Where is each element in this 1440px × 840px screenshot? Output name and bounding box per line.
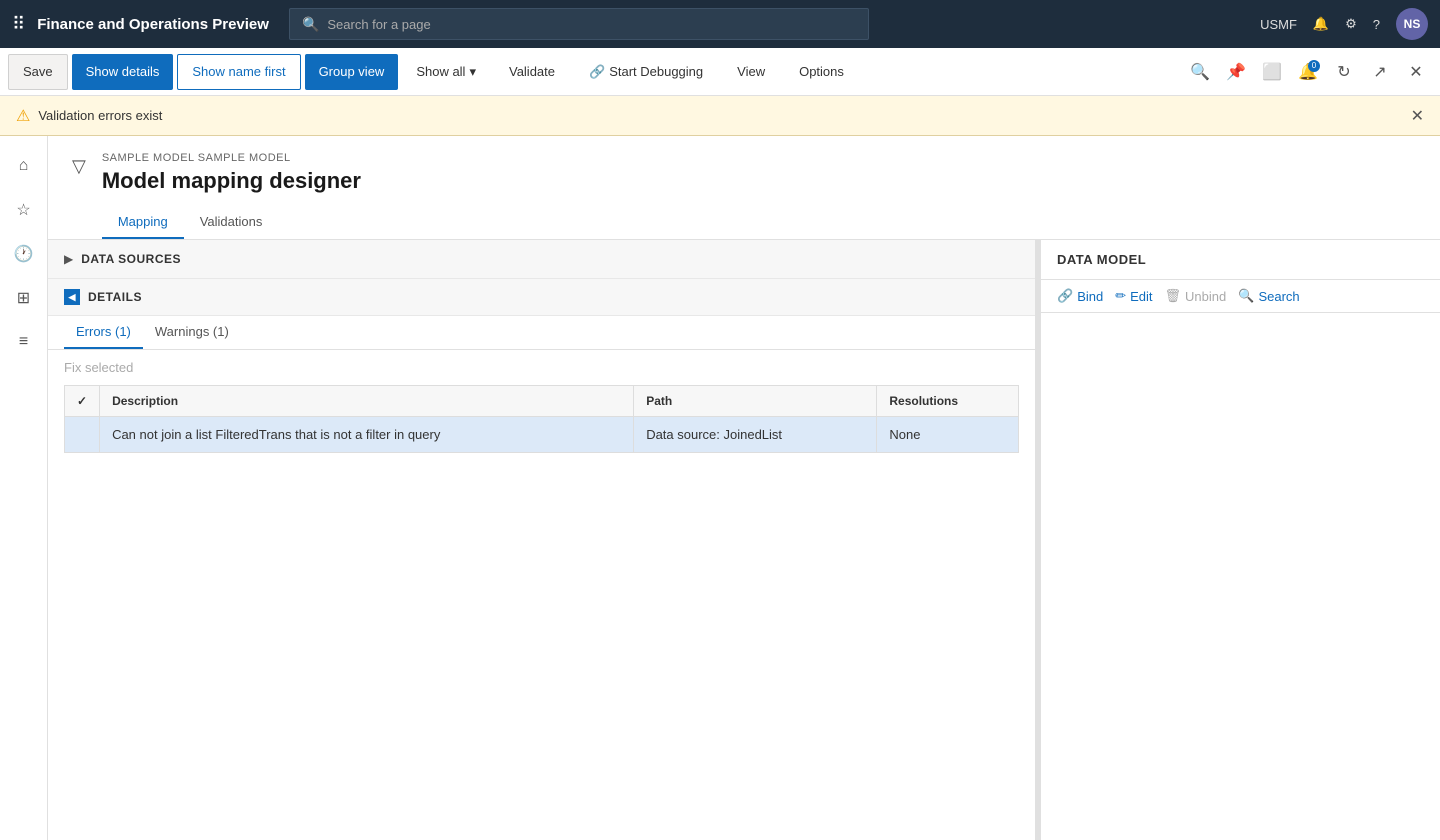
col-description: Description bbox=[100, 386, 634, 417]
app-title: Finance and Operations Preview bbox=[37, 16, 269, 33]
show-details-button[interactable]: Show details bbox=[72, 54, 174, 90]
unbind-button[interactable]: 🗑 Unbind bbox=[1165, 288, 1227, 304]
details-collapse-icon: ◀ bbox=[64, 289, 80, 305]
search-button[interactable]: 🔍 Search bbox=[1238, 288, 1299, 304]
unbind-icon: 🗑 bbox=[1165, 288, 1182, 304]
right-pane: DATA MODEL 🔗 Bind ✏ Edit 🗑 Unbind bbox=[1040, 240, 1440, 840]
bind-icon: 🔗 bbox=[1057, 288, 1073, 304]
right-pane-actions: 🔗 Bind ✏ Edit 🗑 Unbind 🔍 Search bbox=[1041, 280, 1440, 313]
action-bar-right: 🔍 📌 ⬜ 🔔 0 ↻ ↗ ✕ bbox=[1184, 56, 1432, 88]
main-layout: ⌂ ☆ 🕐 ⊞ ≡ ▽ SAMPLE MODEL SAMPLE MODEL Mo… bbox=[0, 136, 1440, 840]
mapping-content: ▶ DATA SOURCES ◀ DETAILS Errors (1) Warn… bbox=[48, 240, 1440, 840]
filter-icon[interactable]: ▽ bbox=[72, 156, 86, 176]
search-icon: 🔍 bbox=[1238, 288, 1254, 304]
row-checkbox[interactable] bbox=[65, 417, 100, 453]
data-model-title: DATA MODEL bbox=[1057, 252, 1146, 267]
error-table: ✓ Description Path Resolutions Can not j… bbox=[64, 385, 1019, 453]
search-page-icon[interactable]: 🔍 bbox=[1184, 56, 1216, 88]
left-sidebar: ⌂ ☆ 🕐 ⊞ ≡ bbox=[0, 136, 48, 840]
bind-button[interactable]: 🔗 Bind bbox=[1057, 288, 1103, 304]
tab-warnings[interactable]: Warnings (1) bbox=[143, 316, 241, 349]
check-icon: ✓ bbox=[77, 394, 87, 408]
col-path: Path bbox=[634, 386, 877, 417]
help-icon[interactable]: ? bbox=[1373, 17, 1380, 32]
table-row[interactable]: Can not join a list FilteredTrans that i… bbox=[65, 417, 1019, 453]
sidebar-icon-recent[interactable]: 🕐 bbox=[6, 236, 42, 272]
breadcrumb: SAMPLE MODEL SAMPLE MODEL bbox=[102, 152, 1416, 164]
page-title: Model mapping designer bbox=[102, 168, 1416, 194]
search-input[interactable] bbox=[327, 17, 856, 32]
notification-badge[interactable]: 🔔 0 bbox=[1292, 56, 1324, 88]
show-all-button[interactable]: Show all ▾ bbox=[402, 54, 490, 90]
row-description: Can not join a list FilteredTrans that i… bbox=[100, 417, 634, 453]
edit-icon: ✏ bbox=[1115, 288, 1126, 304]
details-label: DETAILS bbox=[88, 290, 142, 304]
banner-close-button[interactable]: ✕ bbox=[1411, 106, 1424, 126]
sidebar-icon-favorites[interactable]: ☆ bbox=[6, 192, 42, 228]
validation-message: Validation errors exist bbox=[38, 108, 162, 123]
grid-menu-icon[interactable]: ⠿ bbox=[12, 14, 25, 35]
left-pane: ▶ DATA SOURCES ◀ DETAILS Errors (1) Warn… bbox=[48, 240, 1036, 840]
action-bar: Save Show details Show name first Group … bbox=[0, 48, 1440, 96]
details-section: ◀ DETAILS Errors (1) Warnings (1) Fix se… bbox=[48, 279, 1035, 453]
fix-selected-label: Fix selected bbox=[48, 350, 1035, 385]
show-name-first-button[interactable]: Show name first bbox=[177, 54, 300, 90]
search-icon: 🔍 bbox=[302, 16, 319, 33]
details-section-header[interactable]: ◀ DETAILS bbox=[48, 279, 1035, 316]
tab-mapping[interactable]: Mapping bbox=[102, 206, 184, 239]
tab-errors[interactable]: Errors (1) bbox=[64, 316, 143, 349]
user-label: USMF bbox=[1260, 17, 1297, 32]
external-link-icon[interactable]: ↗ bbox=[1364, 56, 1396, 88]
top-nav-right: USMF 🔔 ⚙ ? NS bbox=[1260, 8, 1428, 40]
right-pane-header: DATA MODEL bbox=[1041, 240, 1440, 280]
validation-banner: ⚠ Validation errors exist ✕ bbox=[0, 96, 1440, 136]
options-button[interactable]: Options bbox=[784, 54, 859, 90]
edit-button[interactable]: ✏ Edit bbox=[1115, 288, 1152, 304]
save-button[interactable]: Save bbox=[8, 54, 68, 90]
sidebar-icon-workspaces[interactable]: ⊞ bbox=[6, 280, 42, 316]
data-sources-section[interactable]: ▶ DATA SOURCES bbox=[48, 240, 1035, 279]
top-navigation: ⠿ Finance and Operations Preview 🔍 USMF … bbox=[0, 0, 1440, 48]
group-view-button[interactable]: Group view bbox=[305, 54, 399, 90]
expand-icon[interactable]: ⬜ bbox=[1256, 56, 1288, 88]
view-button[interactable]: View bbox=[722, 54, 780, 90]
col-checkbox: ✓ bbox=[65, 386, 100, 417]
pin-icon[interactable]: 📌 bbox=[1220, 56, 1252, 88]
refresh-icon[interactable]: ↻ bbox=[1328, 56, 1360, 88]
col-resolutions: Resolutions bbox=[877, 386, 1019, 417]
warning-icon: ⚠ bbox=[16, 106, 30, 126]
debug-icon: 🔗 bbox=[589, 64, 605, 80]
expand-arrow-icon: ▶ bbox=[64, 252, 73, 266]
tab-validations[interactable]: Validations bbox=[184, 206, 279, 239]
page-tabs: Mapping Validations bbox=[102, 206, 1416, 239]
data-sources-label: DATA SOURCES bbox=[81, 252, 181, 266]
validate-button[interactable]: Validate bbox=[494, 54, 570, 90]
global-search-box[interactable]: 🔍 bbox=[289, 8, 869, 40]
notification-icon[interactable]: 🔔 bbox=[1313, 16, 1329, 32]
settings-icon[interactable]: ⚙ bbox=[1345, 16, 1357, 32]
start-debugging-button[interactable]: 🔗 Start Debugging bbox=[574, 54, 718, 90]
content-area: ▽ SAMPLE MODEL SAMPLE MODEL Model mappin… bbox=[48, 136, 1440, 840]
sidebar-icon-home[interactable]: ⌂ bbox=[6, 148, 42, 184]
sidebar-icon-modules[interactable]: ≡ bbox=[6, 324, 42, 360]
details-tabs: Errors (1) Warnings (1) bbox=[48, 316, 1035, 350]
chevron-down-icon: ▾ bbox=[469, 64, 476, 80]
row-resolution: None bbox=[877, 417, 1019, 453]
close-icon[interactable]: ✕ bbox=[1400, 56, 1432, 88]
avatar[interactable]: NS bbox=[1396, 8, 1428, 40]
page-header: ▽ SAMPLE MODEL SAMPLE MODEL Model mappin… bbox=[48, 136, 1440, 240]
row-path: Data source: JoinedList bbox=[634, 417, 877, 453]
